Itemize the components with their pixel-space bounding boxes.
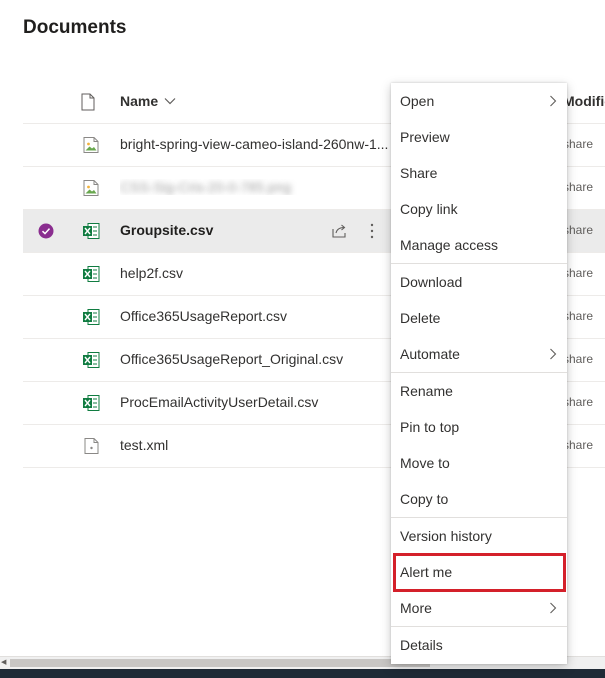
menu-item-label: Preview <box>400 129 450 145</box>
alert-me-highlight <box>393 553 566 592</box>
file-name-link[interactable]: Office365UsageReport.csv <box>120 308 390 324</box>
modified-value: share <box>563 223 594 237</box>
menu-item-share[interactable]: Share <box>391 155 567 191</box>
excel-file-icon <box>83 223 100 239</box>
file-name-link[interactable]: ProcEmailActivityUserDetail.csv <box>120 394 390 410</box>
menu-item-more[interactable]: More <box>391 590 567 626</box>
name-column-header[interactable]: Name <box>120 93 176 109</box>
menu-item-copy-link[interactable]: Copy link <box>391 191 567 227</box>
menu-item-label: Download <box>400 274 463 290</box>
menu-item-open[interactable]: Open <box>391 83 567 119</box>
excel-file-icon <box>83 266 100 282</box>
scrollbar-thumb[interactable] <box>10 659 430 667</box>
menu-item-label: Details <box>400 637 443 653</box>
modified-value: share <box>563 180 594 194</box>
excel-file-icon <box>83 309 100 325</box>
file-name-link[interactable]: CSS-Sig-Cris-20-0-785.png <box>120 179 390 195</box>
menu-item-label: Rename <box>400 383 453 399</box>
chevron-right-icon <box>550 95 557 107</box>
file-name-link[interactable]: bright-spring-view-cameo-island-260nw-1.… <box>120 136 390 152</box>
image-file-icon <box>83 180 99 196</box>
file-name-link[interactable]: Groupsite.csv <box>120 222 390 238</box>
modified-value: share <box>563 137 594 151</box>
menu-item-label: Copy link <box>400 201 458 217</box>
modified-value: share <box>563 438 594 452</box>
chevron-down-icon <box>164 98 176 105</box>
modified-value: share <box>563 352 594 366</box>
menu-item-details[interactable]: Details <box>391 627 567 663</box>
scroll-left-icon[interactable]: ◀ <box>1 659 7 667</box>
menu-item-label: Share <box>400 165 438 181</box>
file-name-link[interactable]: test.xml <box>120 437 390 453</box>
image-file-icon <box>83 137 99 153</box>
file-name-link[interactable]: help2f.csv <box>120 265 390 281</box>
file-type-header-icon[interactable] <box>81 93 95 111</box>
menu-item-move-to[interactable]: Move to <box>391 445 567 481</box>
page-title: Documents <box>23 17 127 38</box>
excel-file-icon <box>83 352 100 368</box>
menu-item-label: Copy to <box>400 491 449 507</box>
xml-file-icon <box>84 438 99 454</box>
menu-item-pin-to-top[interactable]: Pin to top <box>391 409 567 445</box>
chevron-right-icon <box>550 602 557 614</box>
menu-item-label: Pin to top <box>400 419 460 435</box>
file-name-link[interactable]: Office365UsageReport_Original.csv <box>120 351 390 367</box>
modified-value: share <box>563 266 594 280</box>
document-library-page: Documents Name Modified bright-spring-vi… <box>0 0 605 678</box>
menu-item-manage-access[interactable]: Manage access <box>391 227 567 263</box>
menu-item-version-history[interactable]: Version history <box>391 518 567 554</box>
taskbar-strip <box>0 669 605 678</box>
menu-item-label: Move to <box>400 455 450 471</box>
menu-item-download[interactable]: Download <box>391 264 567 300</box>
menu-item-label: More <box>400 600 432 616</box>
menu-item-preview[interactable]: Preview <box>391 119 567 155</box>
modified-value: share <box>563 395 594 409</box>
menu-item-label: Open <box>400 93 435 109</box>
menu-item-copy-to[interactable]: Copy to <box>391 481 567 517</box>
menu-item-label: Manage access <box>400 237 499 253</box>
more-actions-icon[interactable] <box>369 222 375 240</box>
menu-item-rename[interactable]: Rename <box>391 373 567 409</box>
selected-check-icon[interactable] <box>38 223 54 239</box>
modified-value: share <box>563 309 594 323</box>
menu-item-label: Version history <box>400 528 492 544</box>
menu-item-label: Delete <box>400 310 441 326</box>
menu-item-label: Automate <box>400 346 460 362</box>
name-column-label: Name <box>120 93 159 109</box>
share-icon[interactable] <box>331 222 348 239</box>
chevron-right-icon <box>550 348 557 360</box>
excel-file-icon <box>83 395 100 411</box>
menu-item-automate[interactable]: Automate <box>391 336 567 372</box>
menu-item-delete[interactable]: Delete <box>391 300 567 336</box>
modified-column-header[interactable]: Modified <box>563 93 605 109</box>
